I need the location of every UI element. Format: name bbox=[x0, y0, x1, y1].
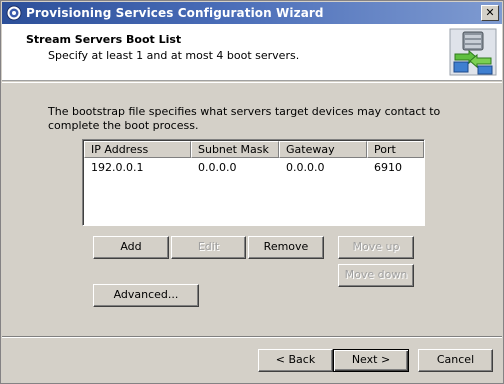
header-divider bbox=[2, 82, 502, 83]
column-header-ip[interactable]: IP Address bbox=[84, 141, 191, 158]
wizard-window: Provisioning Services Configuration Wiza… bbox=[0, 0, 504, 384]
column-header-gateway[interactable]: Gateway bbox=[279, 141, 367, 158]
citrix-provisioning-icon bbox=[6, 5, 22, 21]
list-header: IP Address Subnet Mask Gateway Port bbox=[84, 141, 424, 158]
advanced-button[interactable]: Advanced... bbox=[93, 284, 199, 307]
server-sync-icon bbox=[449, 28, 497, 76]
column-header-port[interactable]: Port bbox=[367, 141, 424, 158]
column-header-subnet[interactable]: Subnet Mask bbox=[191, 141, 279, 158]
cancel-button[interactable]: Cancel bbox=[418, 349, 493, 372]
table-row[interactable]: 192.0.0.1 0.0.0.0 0.0.0.0 6910 bbox=[84, 160, 424, 176]
close-icon: ✕ bbox=[485, 6, 495, 19]
page-title: Stream Servers Boot List bbox=[26, 33, 182, 46]
title-bar[interactable]: Provisioning Services Configuration Wiza… bbox=[2, 2, 502, 24]
cell-subnet: 0.0.0.0 bbox=[198, 161, 237, 174]
next-button[interactable]: Next > bbox=[333, 349, 409, 372]
back-button[interactable]: < Back bbox=[258, 349, 333, 372]
close-button[interactable]: ✕ bbox=[481, 5, 499, 21]
footer-divider bbox=[2, 336, 502, 338]
window-title: Provisioning Services Configuration Wiza… bbox=[26, 6, 324, 20]
move-down-button[interactable]: Move down bbox=[338, 264, 414, 287]
cell-gateway: 0.0.0.0 bbox=[286, 161, 325, 174]
add-button[interactable]: Add bbox=[93, 236, 169, 259]
edit-button[interactable]: Edit bbox=[171, 236, 246, 259]
bootstrap-description: The bootstrap file specifies what server… bbox=[48, 105, 441, 132]
remove-button[interactable]: Remove bbox=[248, 236, 324, 259]
move-up-button[interactable]: Move up bbox=[338, 236, 414, 259]
wizard-header: Stream Servers Boot List Specify at leas… bbox=[2, 24, 502, 81]
cell-ip: 192.0.0.1 bbox=[91, 161, 144, 174]
page-subtitle: Specify at least 1 and at most 4 boot se… bbox=[48, 49, 300, 62]
boot-server-list[interactable]: IP Address Subnet Mask Gateway Port 192.… bbox=[82, 139, 425, 226]
cell-port: 6910 bbox=[374, 161, 402, 174]
